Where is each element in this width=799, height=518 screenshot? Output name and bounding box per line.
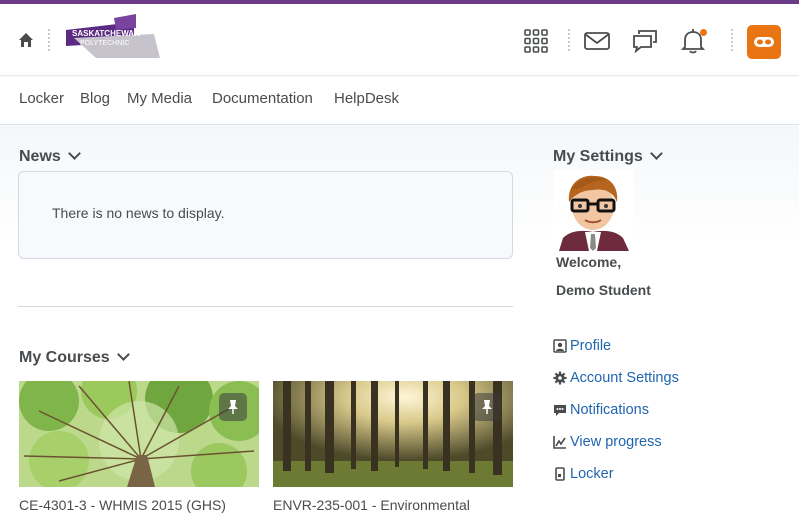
settings-link-label[interactable]: Locker: [570, 466, 614, 482]
gear-icon: [553, 371, 567, 385]
news-title-text: News: [19, 148, 61, 165]
course-card-image[interactable]: [273, 381, 513, 487]
nav-item-helpdesk[interactable]: HelpDesk: [334, 90, 399, 107]
header-bar: SASKATCHEWAN POLYTECHNIC: [0, 4, 799, 76]
course-card-title[interactable]: ENVR-235-001 - Environmental: [273, 497, 470, 513]
user-name: Demo Student: [556, 282, 651, 298]
courses-widget-title[interactable]: My Courses: [19, 348, 130, 367]
nav-item-documentation[interactable]: Documentation: [212, 90, 313, 107]
avatar[interactable]: [553, 170, 634, 251]
settings-link-label[interactable]: View progress: [570, 434, 662, 450]
settings-widget-title[interactable]: My Settings: [553, 147, 663, 166]
header-divider: [568, 29, 570, 51]
institution-logo[interactable]: SASKATCHEWAN POLYTECHNIC: [64, 14, 164, 64]
user-avatar-icon[interactable]: [747, 25, 781, 59]
settings-link-locker[interactable]: Locker: [553, 464, 614, 484]
settings-link-label[interactable]: Profile: [570, 338, 611, 354]
notification-dot: [700, 29, 707, 36]
locker-icon: [553, 467, 567, 481]
logo-text-2: POLYTECHNIC: [80, 40, 129, 47]
news-panel: There is no news to display.: [18, 171, 513, 259]
profile-card-icon: [553, 339, 567, 353]
home-icon[interactable]: [17, 31, 35, 49]
header-divider: [48, 29, 50, 51]
nav-item-blog[interactable]: Blog: [80, 90, 110, 107]
welcome-label: Welcome,: [556, 254, 622, 270]
chevron-down-icon[interactable]: [67, 147, 81, 160]
chat-icon[interactable]: [630, 26, 660, 56]
settings-link-view-progress[interactable]: View progress: [553, 432, 662, 452]
chevron-down-icon[interactable]: [116, 348, 130, 361]
chevron-down-icon[interactable]: [649, 147, 663, 160]
course-card-image[interactable]: [19, 381, 259, 487]
header-divider: [731, 29, 733, 51]
nav-item-locker[interactable]: Locker: [19, 90, 64, 107]
settings-link-profile[interactable]: Profile: [553, 336, 611, 356]
nav-bar: Locker Blog My Media Documentation HelpD…: [0, 77, 799, 125]
waffle-grid-icon[interactable]: [521, 26, 551, 56]
settings-link-account-settings[interactable]: Account Settings: [553, 368, 679, 388]
settings-link-label[interactable]: Notifications: [570, 402, 649, 418]
logo-text-1: SASKATCHEWAN: [72, 29, 140, 38]
nav-item-my-media[interactable]: My Media: [127, 90, 192, 107]
settings-link-notifications[interactable]: Notifications: [553, 400, 649, 420]
news-empty-message: There is no news to display.: [52, 205, 225, 221]
chart-icon: [553, 435, 567, 449]
course-card-title[interactable]: CE-4301-3 - WHMIS 2015 (GHS): [19, 497, 226, 513]
courses-title-text: My Courses: [19, 349, 110, 366]
section-divider: [18, 306, 513, 307]
settings-link-label[interactable]: Account Settings: [570, 370, 679, 386]
pin-icon[interactable]: [219, 393, 247, 421]
pin-icon[interactable]: [473, 393, 501, 421]
news-widget-title[interactable]: News: [19, 147, 81, 166]
mail-icon[interactable]: [582, 26, 612, 56]
settings-title-text: My Settings: [553, 148, 643, 165]
speech-bubble-icon: [553, 403, 567, 417]
